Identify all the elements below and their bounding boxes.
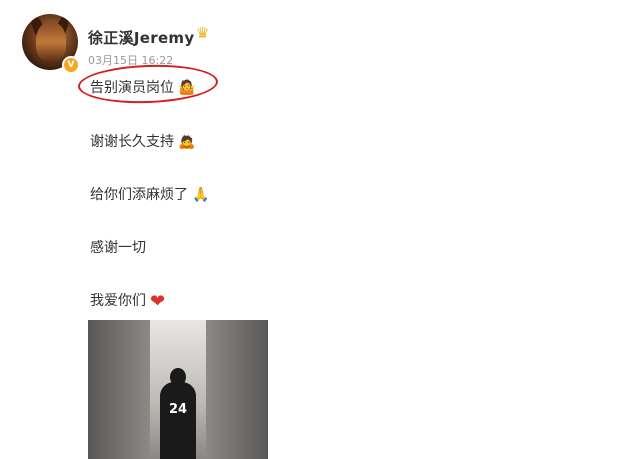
post-line-4: 感谢一切	[90, 237, 146, 257]
post-line-3-text: 给你们添麻烦了	[90, 187, 188, 203]
crown-icon: ♛	[196, 24, 210, 42]
post-image[interactable]: 24	[88, 320, 268, 459]
pray-emoji-icon: 🙏	[192, 187, 210, 203]
post-line-2-text: 谢谢长久支持	[90, 134, 174, 150]
post-line-2: 谢谢长久支持 🙇	[90, 131, 195, 151]
username-link[interactable]: 徐正溪Jeremy	[88, 27, 194, 48]
avatar-face	[36, 22, 66, 62]
bow-emoji-icon: 🙇	[178, 134, 196, 150]
post-line-5: 我爱你们 ❤	[90, 290, 165, 312]
image-wall-left	[88, 320, 150, 459]
image-wall-right	[206, 320, 268, 459]
jersey-number: 24	[168, 402, 188, 417]
red-highlight-circle	[77, 62, 219, 106]
post-line-3: 给你们添麻烦了 🙏	[90, 184, 209, 204]
post-line-4-text: 感谢一切	[90, 240, 146, 256]
player-silhouette	[160, 382, 196, 459]
heart-emoji-icon: ❤	[150, 290, 166, 312]
post-line-5-text: 我爱你们	[90, 293, 146, 309]
verified-badge-icon: V	[62, 56, 80, 74]
